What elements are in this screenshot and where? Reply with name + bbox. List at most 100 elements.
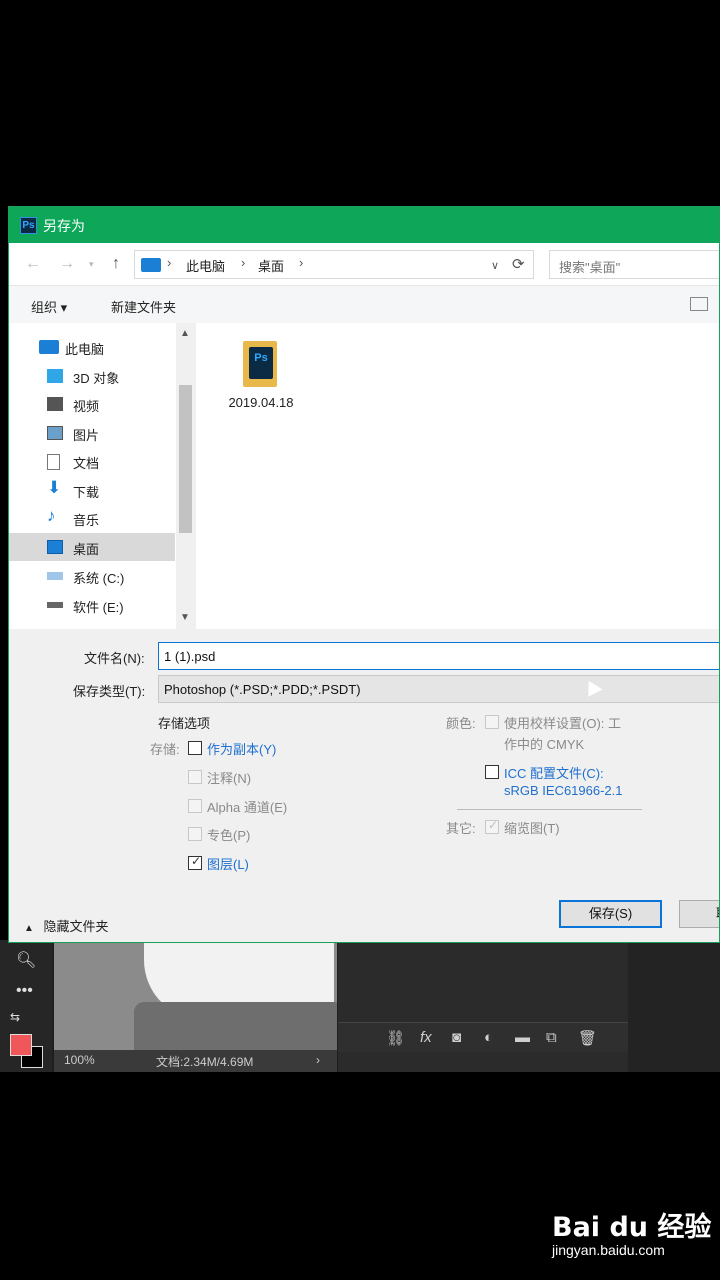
link-layers-icon[interactable]: ⛓ <box>386 1029 405 1047</box>
foreground-color-swatch[interactable] <box>10 1034 32 1056</box>
icc-profile-label-line2: sRGB IEC61966-2.1 <box>504 783 623 798</box>
refresh-icon[interactable]: ⟳ <box>512 255 525 273</box>
search-input[interactable]: 搜索"桌面" <box>549 250 719 279</box>
icc-profile-label-line1[interactable]: ICC 配置文件(C): <box>504 763 604 782</box>
fx-icon[interactable]: fx <box>420 1029 432 1046</box>
nav-item-music[interactable]: ♪ 音乐 <box>9 504 175 532</box>
file-name: 2019.04.18 <box>228 395 294 410</box>
dialog-titlebar[interactable]: Ps 另存为 <box>9 207 719 243</box>
zoom-tool-icon[interactable]: 🔍︎ <box>16 950 36 970</box>
nav-label: 软件 (E:) <box>73 600 124 615</box>
3d-cube-icon <box>47 369 63 383</box>
new-folder-button[interactable]: 新建文件夹 <box>111 297 176 316</box>
nav-item-this-pc[interactable]: 此电脑 <box>9 333 175 361</box>
desktop-icon <box>47 540 63 554</box>
new-layer-icon[interactable]: ⧉ <box>546 1029 557 1046</box>
recent-locations-icon[interactable]: ▾ <box>89 259 94 270</box>
nav-label: 视频 <box>73 399 100 414</box>
scroll-up-icon[interactable]: ▲ <box>180 328 190 339</box>
filetype-select[interactable]: Photoshop (*.PSD;*.PDD;*.PSDT) <box>158 675 719 703</box>
status-bar: 100% 文档:2.34M/4.69M › <box>54 1050 337 1072</box>
more-tools-icon[interactable]: ••• <box>16 982 33 1000</box>
view-options-icon[interactable] <box>690 297 708 311</box>
trash-icon[interactable]: 🗑︎ <box>578 1029 597 1047</box>
file-list: Ps 2019.04.18 <box>196 323 719 629</box>
nav-label: 音乐 <box>73 513 100 528</box>
notes-checkbox <box>188 770 202 784</box>
zoom-level[interactable]: 100% <box>64 1053 95 1067</box>
new-group-icon[interactable]: ▬ <box>515 1029 530 1046</box>
status-expand-icon[interactable]: › <box>316 1053 320 1067</box>
navigation-pane: 此电脑 3D 对象 视频 图片 文档 ⬇ 下载 ♪ 音乐 桌面 系统 (C:) … <box>9 323 194 629</box>
nav-item-videos[interactable]: 视频 <box>9 390 175 418</box>
picture-icon <box>47 426 63 440</box>
psd-folder-icon: Ps <box>243 341 277 387</box>
alpha-channels-checkbox <box>188 799 202 813</box>
thumbnail-label: 缩览图(T) <box>504 821 560 836</box>
forward-arrow-icon[interactable]: → <box>59 255 75 273</box>
nav-scrollbar-thumb[interactable] <box>179 385 192 533</box>
right-dock <box>628 940 720 1072</box>
adjustment-layer-icon[interactable]: ◐ <box>484 1029 493 1046</box>
breadcrumb-desktop[interactable]: 桌面 <box>258 256 284 275</box>
swap-colors-icon[interactable]: ⇆ <box>10 1010 20 1024</box>
scroll-down-icon[interactable]: ▼ <box>180 612 190 623</box>
breadcrumb-separator-icon[interactable]: › <box>299 255 303 270</box>
as-copy-checkbox[interactable] <box>188 741 202 755</box>
save-button[interactable]: 保存(S) <box>559 900 662 928</box>
save-as-dialog: Ps 另存为 ← → ▾ ↑ › 此电脑 › 桌面 › ∨ ⟳ 搜索"桌面" 组… <box>8 206 720 943</box>
film-icon <box>47 397 63 411</box>
use-proof-checkbox <box>485 715 499 729</box>
nav-item-drive-e[interactable]: 软件 (E:) <box>9 591 175 619</box>
layers-panel-toolbar: ⛓ fx ◙ ◐ ▬ ⧉ 🗑︎ <box>338 1022 628 1052</box>
cancel-button[interactable]: 取 <box>679 900 719 928</box>
address-bar[interactable]: › 此电脑 › 桌面 › <box>134 250 534 279</box>
canvas-image-jeans <box>134 1002 337 1050</box>
layer-mask-icon[interactable]: ◙ <box>452 1029 461 1046</box>
hide-folders-label: 隐藏文件夹 <box>43 919 109 934</box>
filetype-label: 保存类型(T): <box>73 684 146 699</box>
nav-item-documents[interactable]: 文档 <box>9 447 175 475</box>
search-placeholder: 搜索"桌面" <box>559 260 621 275</box>
dialog-title: 另存为 <box>43 218 85 234</box>
nav-label: 此电脑 <box>65 342 105 357</box>
command-bar: 组织 ▾ 新建文件夹 <box>9 285 719 323</box>
document-info: 文档:2.34M/4.69M <box>156 1055 254 1069</box>
nav-item-downloads[interactable]: ⬇ 下载 <box>9 476 175 504</box>
spot-colors-checkbox <box>188 827 202 841</box>
layers-checkbox[interactable]: ✓ <box>188 854 202 870</box>
options-divider <box>457 809 642 810</box>
layers-label[interactable]: 图层(L) <box>207 854 249 873</box>
watermark-url: jingyan.baidu.com <box>552 1242 665 1258</box>
breadcrumb-this-pc[interactable]: 此电脑 <box>186 256 225 275</box>
nav-item-drive-c[interactable]: 系统 (C:) <box>9 562 175 590</box>
download-arrow-icon: ⬇ <box>47 478 62 497</box>
other-label: 其它: <box>446 821 476 836</box>
nav-label: 图片 <box>73 428 100 443</box>
filename-input[interactable]: 1 (1).psd <box>158 642 719 670</box>
document-icon <box>47 454 60 470</box>
nav-label: 桌面 <box>73 542 100 557</box>
as-copy-label[interactable]: 作为副本(Y) <box>207 739 276 758</box>
save-label: 存储: <box>150 742 180 757</box>
nav-item-pictures[interactable]: 图片 <box>9 419 175 447</box>
save-options-area: 文件名(N): 1 (1).psd 保存类型(T): Photoshop (*.… <box>9 629 719 942</box>
breadcrumb-separator-icon[interactable]: › <box>167 255 171 270</box>
breadcrumb-separator-icon[interactable]: › <box>241 255 245 270</box>
document-canvas[interactable] <box>54 940 337 1050</box>
hide-folders-toggle[interactable]: ▲ 隐藏文件夹 <box>24 916 109 935</box>
icc-profile-checkbox[interactable] <box>485 765 499 779</box>
nav-item-3d-objects[interactable]: 3D 对象 <box>9 362 175 390</box>
checkmark-icon: ✓ <box>488 818 499 832</box>
up-arrow-icon[interactable]: ↑ <box>112 255 120 273</box>
thumbnail-checkbox: ✓ <box>485 818 499 834</box>
address-dropdown-icon[interactable]: ∨ <box>491 259 499 272</box>
color-label: 颜色: <box>446 716 476 731</box>
back-arrow-icon[interactable]: ← <box>25 255 41 273</box>
use-proof-label-line1: 使用校样设置(O): 工 <box>504 716 621 731</box>
alpha-channels-label: Alpha 通道(E) <box>207 800 288 815</box>
organize-button[interactable]: 组织 ▾ <box>31 297 67 316</box>
nav-item-desktop[interactable]: 桌面 <box>9 533 175 561</box>
filename-value: 1 (1).psd <box>164 649 216 664</box>
nav-label: 3D 对象 <box>73 371 120 386</box>
